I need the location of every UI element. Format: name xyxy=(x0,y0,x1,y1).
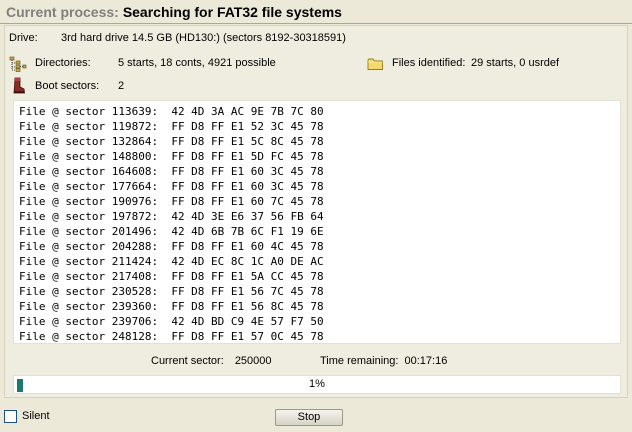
files-identified-row: Files identified: 29 starts, 0 usrdef xyxy=(367,57,617,73)
directories-row: Directories: 5 starts, 18 conts, 4921 po… xyxy=(9,56,309,73)
silent-label: Silent xyxy=(22,410,50,422)
directory-tree-icon xyxy=(9,56,27,72)
recovery-progress-window: Current process: Searching for FAT32 file… xyxy=(0,0,632,432)
file-log-line: File @ sector 113639: 42 4D 3A AC 9E 7B … xyxy=(19,105,324,118)
file-log-line: File @ sector 239360: FF D8 FF E1 56 8C … xyxy=(19,300,324,313)
files-identified-label: Files identified: xyxy=(392,57,466,69)
file-log-line: File @ sector 211424: 42 4D EC 8C 1C A0 … xyxy=(19,255,324,268)
file-log-line: File @ sector 177664: FF D8 FF E1 60 3C … xyxy=(19,180,324,193)
folder-icon xyxy=(367,57,384,71)
boot-sectors-row: Boot sectors: 2 xyxy=(9,77,309,96)
drive-value: 3rd hard drive 14.5 GB (HD130:) (sectors… xyxy=(61,32,346,44)
process-label: Current process: xyxy=(6,4,119,20)
file-log-line: File @ sector 217408: FF D8 FF E1 5A CC … xyxy=(19,270,324,283)
stop-button[interactable]: Stop xyxy=(275,409,343,426)
progress-bar: 1% xyxy=(13,375,621,394)
file-log-line: File @ sector 190976: FF D8 FF E1 60 7C … xyxy=(19,195,324,208)
drive-label: Drive: xyxy=(9,32,38,44)
directories-label: Directories: xyxy=(35,57,91,69)
current-sector-label: Current sector: xyxy=(151,355,224,367)
scan-panel: Drive: 3rd hard drive 14.5 GB (HD130:) (… xyxy=(4,25,628,398)
file-log-line: File @ sector 201496: 42 4D 6B 7B 6C F1 … xyxy=(19,225,324,238)
current-sector-value: 250000 xyxy=(234,355,272,367)
process-header: Current process: Searching for FAT32 file… xyxy=(0,0,632,24)
boot-sectors-value: 2 xyxy=(118,80,125,92)
time-remaining-value: 00:17:16 xyxy=(404,355,448,367)
file-log-line: File @ sector 248128: FF D8 FF E1 57 0C … xyxy=(19,330,324,343)
file-log-list[interactable]: File @ sector 113639: 42 4D 3A AC 9E 7B … xyxy=(13,100,621,344)
file-log-line: File @ sector 164608: FF D8 FF E1 60 3C … xyxy=(19,165,324,178)
file-log-line: File @ sector 132864: FF D8 FF E1 5C 8C … xyxy=(19,135,324,148)
boot-sectors-label: Boot sectors: xyxy=(35,80,100,92)
drive-row: Drive: 3rd hard drive 14.5 GB (HD130:) (… xyxy=(9,32,609,48)
time-remaining-status: Time remaining: 00:17:16 xyxy=(320,355,480,369)
file-log-line: File @ sector 148800: FF D8 FF E1 5D FC … xyxy=(19,150,324,163)
files-identified-value: 29 starts, 0 usrdef xyxy=(471,57,560,69)
file-log-line: File @ sector 230528: FF D8 FF E1 56 7C … xyxy=(19,285,324,298)
file-log-line: File @ sector 197872: 42 4D 3E E6 37 56 … xyxy=(19,210,324,223)
file-log-line: File @ sector 119872: FF D8 FF E1 52 3C … xyxy=(19,120,324,133)
process-name: Searching for FAT32 file systems xyxy=(122,4,342,20)
silent-checkbox[interactable] xyxy=(4,410,17,423)
directories-value: 5 starts, 18 conts, 4921 possible xyxy=(118,57,276,69)
file-log-line: File @ sector 239706: 42 4D BD C9 4E 57 … xyxy=(19,315,324,328)
current-sector-status: Current sector: 250000 xyxy=(151,355,272,369)
boot-icon xyxy=(12,77,26,95)
progress-percent: 1% xyxy=(309,378,325,390)
file-log-line: File @ sector 204288: FF D8 FF E1 60 4C … xyxy=(19,240,324,253)
time-remaining-label: Time remaining: xyxy=(320,355,399,367)
